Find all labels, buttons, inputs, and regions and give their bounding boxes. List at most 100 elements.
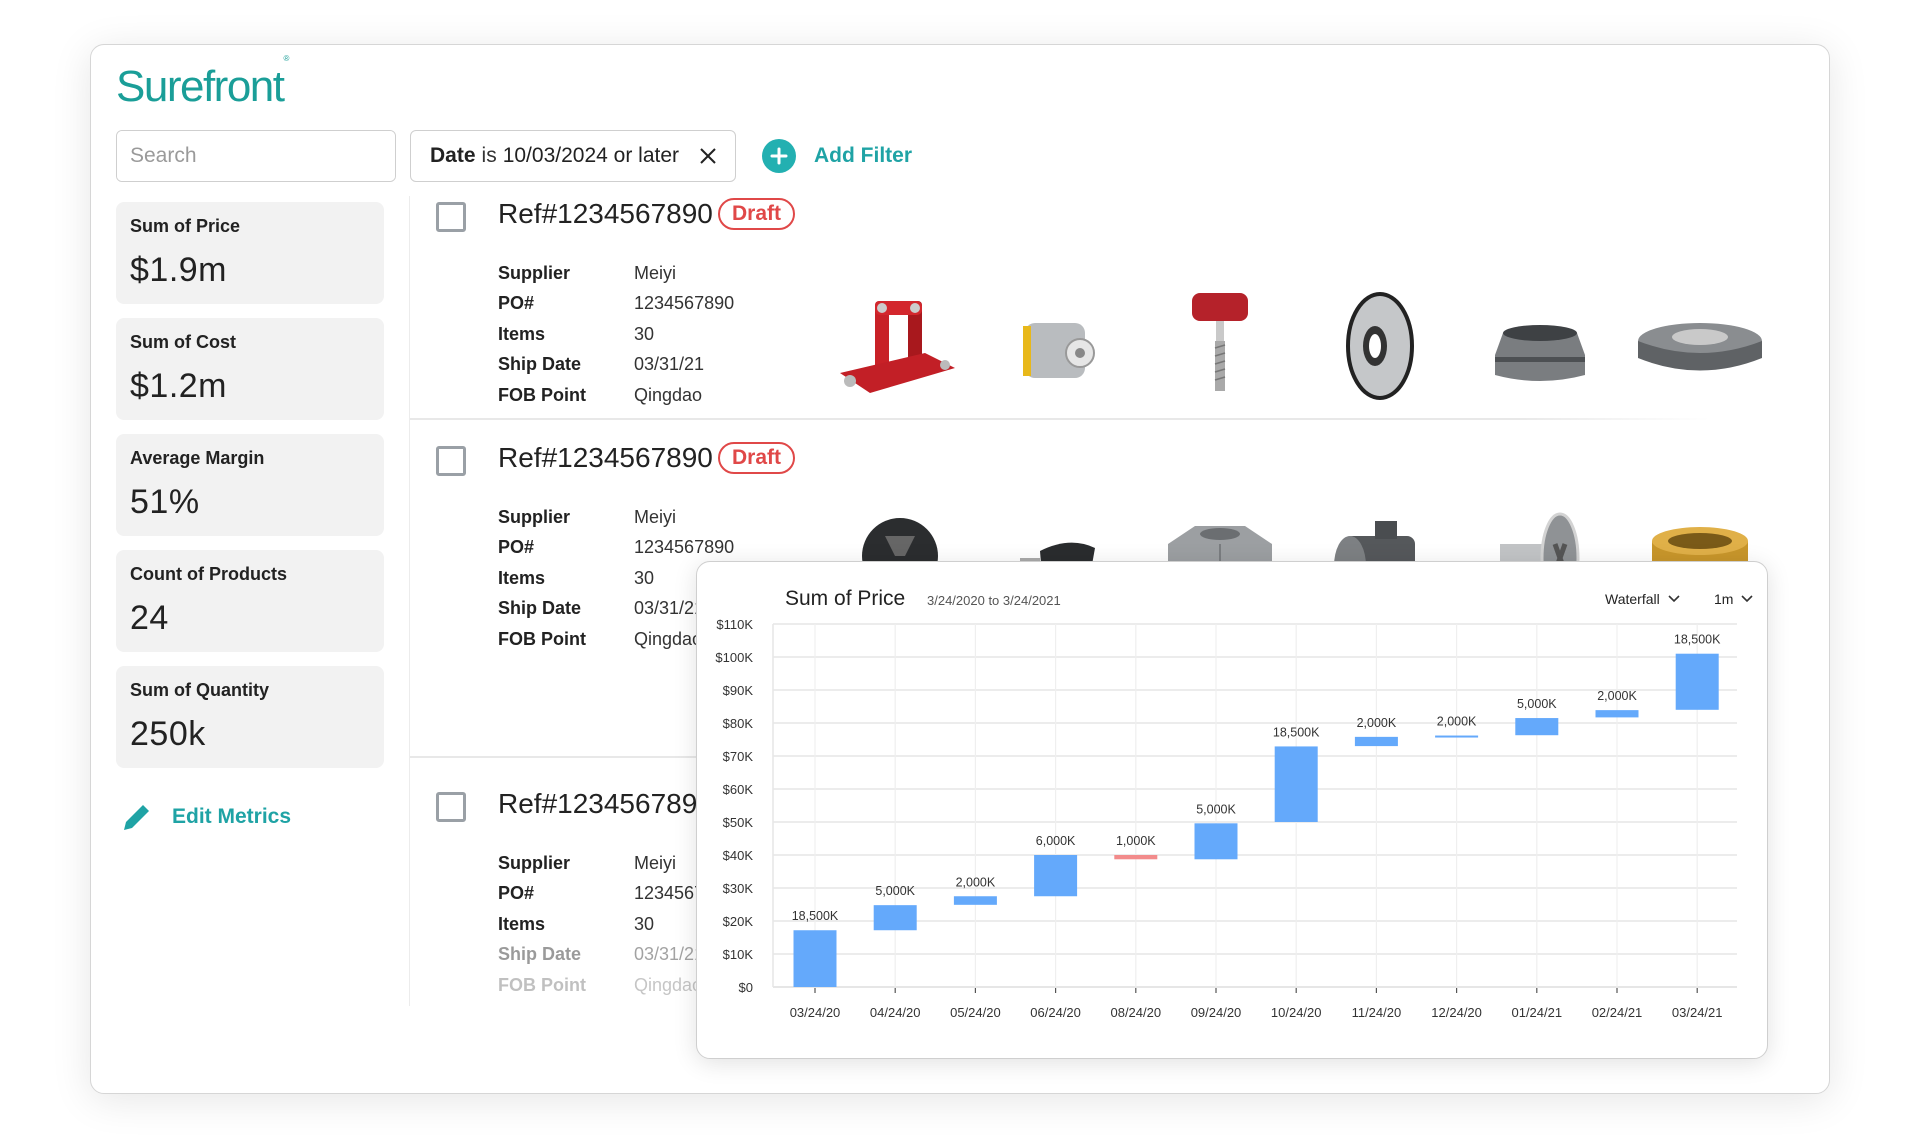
metric-card-count-of-products[interactable]: Count of Products 24: [116, 550, 384, 652]
y-tick-label: $70K: [723, 749, 754, 764]
detail-label: PO#: [498, 537, 535, 558]
metric-label: Average Margin: [130, 448, 265, 468]
y-tick-label: $110K: [716, 617, 753, 632]
search-input[interactable]: [117, 131, 395, 181]
metric-label: Sum of Quantity: [130, 680, 269, 700]
x-tick-label: 01/24/21: [1511, 1005, 1562, 1020]
y-tick-label: $50K: [723, 815, 754, 830]
detail-value: 03/31/21: [634, 944, 705, 965]
y-tick-label: $0: [739, 980, 753, 995]
x-tick-label: 03/24/20: [790, 1005, 841, 1020]
plus-circle-icon: [762, 139, 796, 173]
date-filter-chip[interactable]: Date is 10/03/2024 or later: [410, 130, 736, 182]
product-image-split-collar[interactable]: [1620, 278, 1780, 418]
metric-label: Sum of Price: [130, 216, 241, 236]
bar-data-label: 1,000K: [1116, 834, 1156, 848]
product-image-sealing-washer[interactable]: [1300, 278, 1460, 418]
record-details: Supplier Meiyi PO# 1234567890 Items 30 Ship…: [498, 258, 734, 411]
detail-label: Supplier: [498, 852, 571, 873]
metric-value: 51%: [130, 483, 200, 521]
metric-label: Count of Products: [130, 564, 287, 584]
record-checkbox[interactable]: [436, 202, 466, 232]
detail-value: 03/31/21: [634, 598, 705, 619]
y-tick-label: $60K: [723, 782, 754, 797]
detail-value: Meiyi: [634, 852, 677, 873]
detail-label: FOB Point: [498, 628, 586, 649]
y-tick-label: $30K: [723, 881, 754, 896]
bar-data-label: 2,000K: [1437, 715, 1477, 729]
search-bar: [116, 130, 396, 182]
bar-data-label: 18,500K: [792, 909, 839, 923]
bar-data-label: 5,000K: [1517, 697, 1557, 711]
record-ref[interactable]: Ref#1234567890: [498, 442, 713, 474]
y-tick-label: $80K: [723, 716, 754, 731]
filter-value: 10/03/2024 or later: [502, 144, 679, 167]
waterfall-bar: [1114, 855, 1158, 860]
bar-data-label: 18,500K: [1674, 633, 1721, 647]
x-tick-label: 02/24/21: [1592, 1005, 1643, 1020]
x-tick-label: 12/24/20: [1431, 1005, 1482, 1020]
remove-filter-button[interactable]: [699, 147, 717, 165]
record-ref[interactable]: Ref#1234567890: [498, 198, 713, 230]
detail-label: Ship Date: [498, 598, 582, 619]
waterfall-bar: [1194, 823, 1238, 860]
product-image-thumb-screw[interactable]: [1140, 278, 1300, 418]
product-image-bushing-seal[interactable]: [1460, 278, 1620, 418]
detail-label: PO#: [498, 293, 535, 314]
detail-value: 1234567890: [634, 293, 735, 314]
y-tick-label: $10K: [723, 947, 754, 962]
x-tick-label: 11/24/20: [1352, 1005, 1402, 1020]
metric-value: 24: [130, 599, 169, 637]
pencil-icon: [124, 802, 152, 830]
metric-card-sum-of-cost[interactable]: Sum of Cost $1.2m: [116, 318, 384, 420]
detail-value: 30: [634, 567, 655, 588]
detail-value: Qingdao: [634, 628, 703, 649]
close-icon: [700, 148, 716, 164]
x-tick-label: 05/24/20: [950, 1005, 1001, 1020]
metric-card-sum-of-price[interactable]: Sum of Price $1.9m: [116, 202, 384, 304]
bar-data-label: 2,000K: [1357, 716, 1397, 730]
detail-label: FOB Point: [498, 974, 586, 995]
metric-value: 250k: [130, 715, 206, 753]
detail-value: Meiyi: [634, 506, 677, 527]
metric-card-average-margin[interactable]: Average Margin 51%: [116, 434, 384, 536]
edit-metrics-button[interactable]: Edit Metrics: [120, 800, 291, 834]
waterfall-bar: [1034, 855, 1078, 897]
record-checkbox[interactable]: [436, 792, 466, 822]
waterfall-bar: [1274, 746, 1318, 822]
metric-value: $1.9m: [130, 251, 227, 289]
y-tick-label: $40K: [723, 848, 754, 863]
waterfall-chart: $0 $10K $20K $30K $40K $50K $60K $70K $80K $90K $1…: [715, 617, 1737, 1020]
detail-label: Items: [498, 913, 546, 934]
detail-value: Qingdao: [634, 974, 703, 995]
product-image-gear-motor[interactable]: [980, 278, 1140, 418]
x-tick-label: 04/24/20: [870, 1005, 921, 1020]
detail-label: PO#: [498, 883, 535, 904]
detail-value: Meiyi: [634, 262, 677, 283]
record-checkbox[interactable]: [436, 446, 466, 476]
waterfall-bar: [1675, 653, 1719, 710]
record-ref[interactable]: Ref#1234567890: [498, 788, 713, 820]
detail-label: FOB Point: [498, 384, 586, 405]
y-tick-label: $100K: [715, 650, 753, 665]
metric-card-sum-of-quantity[interactable]: Sum of Quantity 250k: [116, 666, 384, 768]
product-image-red-bracket[interactable]: [820, 278, 980, 418]
x-tick-label: 08/24/20: [1110, 1005, 1161, 1020]
bar-data-label: 2,000K: [1597, 689, 1637, 703]
status-badge: Draft: [718, 198, 796, 230]
row-divider: [410, 418, 1710, 420]
add-filter-button[interactable]: Add Filter: [762, 138, 912, 174]
detail-value: 30: [634, 913, 655, 934]
filter-operator: is: [481, 144, 497, 167]
column-divider: [409, 196, 410, 1006]
product-thumbnails: [820, 278, 1780, 418]
waterfall-bar: [1354, 736, 1398, 747]
detail-value: 30: [634, 323, 655, 344]
filter-field: Date: [430, 144, 476, 167]
bar-data-label: 5,000K: [875, 884, 915, 898]
bar-data-label: 5,000K: [1196, 802, 1236, 816]
brand-logo: Surefront®: [116, 54, 290, 111]
waterfall-bar: [873, 905, 917, 931]
chart-panel: Sum of Price 3/24/2020 to 3/24/2021 Wate…: [696, 561, 1768, 1059]
status-badge: Draft: [718, 442, 796, 474]
